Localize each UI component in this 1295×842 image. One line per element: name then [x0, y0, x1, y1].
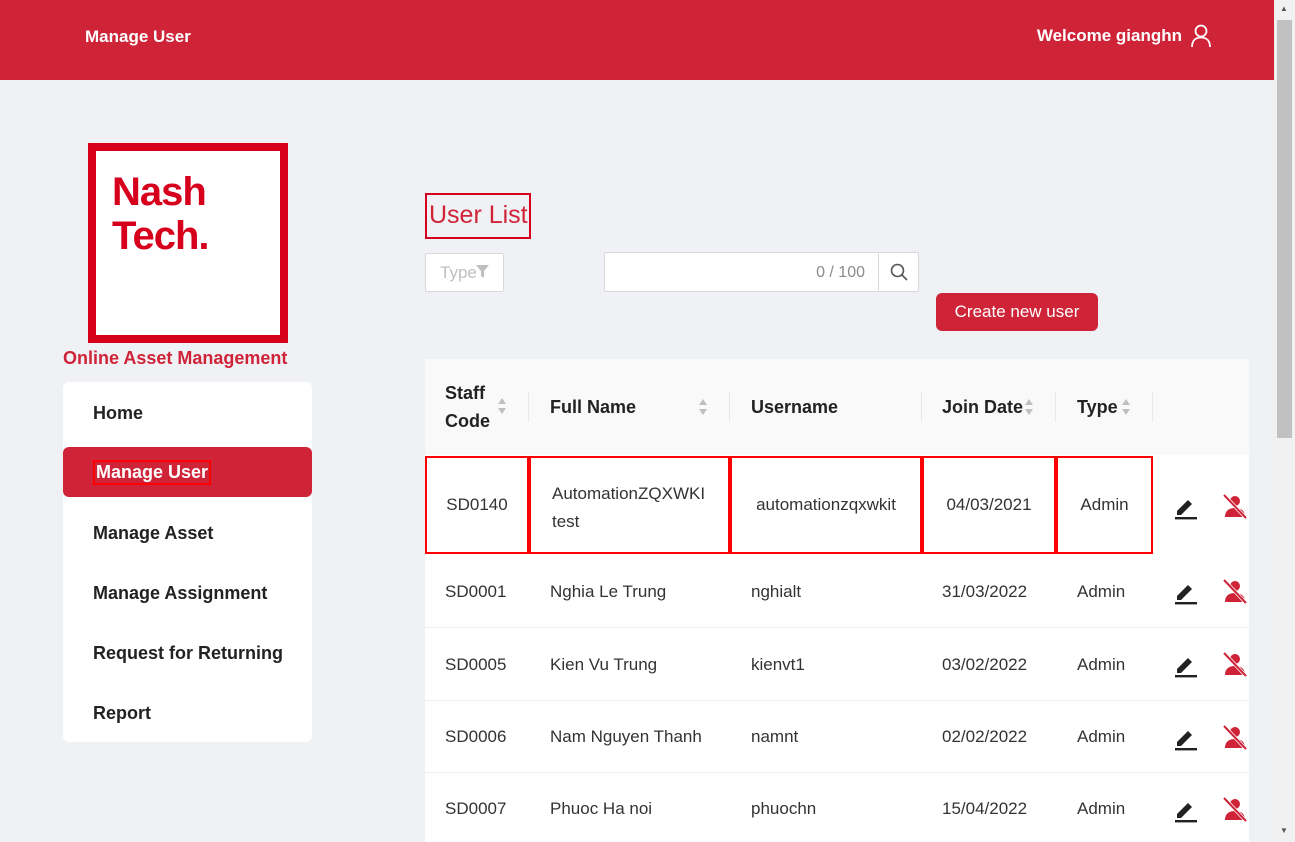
column-divider [729, 392, 730, 422]
cell-full-name: Nghia Le Trung [550, 581, 667, 601]
table-row[interactable]: SD0140 AutomationZQXWKI test automationz… [425, 455, 1249, 555]
column-divider [1055, 392, 1056, 422]
column-header-label: Type [1077, 396, 1118, 417]
search-input[interactable]: 0 / 100 [604, 252, 919, 292]
type-filter-dropdown[interactable]: Type [425, 253, 504, 292]
edit-icon[interactable] [1171, 795, 1199, 823]
scroll-down-icon[interactable]: ▼ [1280, 826, 1288, 835]
cell-username: phuochn [751, 799, 817, 818]
cell-type: Admin [1077, 727, 1126, 746]
disable-user-icon[interactable] [1221, 795, 1249, 823]
cell-join-date: 04/03/2021 [922, 456, 1056, 554]
cell-type: Admin [1077, 799, 1126, 818]
cell-type: Admin [1056, 456, 1153, 554]
column-header-label: Full Name [550, 396, 637, 417]
sort-icon[interactable] [1121, 398, 1131, 416]
sidebar-item-label: Request for Returning [93, 642, 284, 663]
user-icon[interactable] [1190, 24, 1212, 48]
cell-full-name-line-2: test [552, 512, 580, 531]
cell-join-date: 15/04/2022 [942, 799, 1028, 818]
cell-join-date: 31/03/2022 [942, 581, 1028, 601]
edit-icon[interactable] [1171, 577, 1199, 605]
type-filter-placeholder: Type [440, 263, 477, 282]
sidebar-nav: Home Manage User Manage Asset Manage Ass… [63, 382, 312, 742]
cell-username: nghialt [751, 581, 802, 601]
column-header-staff-code-line-2: Code [445, 411, 490, 431]
cell-staff-code: SD0007 [445, 799, 507, 818]
sidebar-item-label: Manage Asset [93, 522, 214, 543]
sidebar-item-label: Manage Assignment [93, 582, 268, 603]
edit-icon[interactable] [1171, 492, 1199, 520]
column-divider [1152, 392, 1153, 422]
disable-user-icon[interactable] [1221, 650, 1249, 678]
table-row[interactable]: SD0001 Nghia Le Trung nghialt 31/03/2022… [425, 555, 1249, 628]
column-header-join-date[interactable]: Join Date [942, 359, 1057, 455]
sidebar-item-label: Home [93, 402, 144, 423]
sort-icon[interactable] [1024, 398, 1034, 416]
sidebar-item-manage-asset[interactable]: Manage Asset [63, 508, 312, 558]
column-header-staff-code[interactable]: Staff Code [445, 359, 525, 455]
disable-user-icon[interactable] [1221, 492, 1249, 520]
header-title: Manage User [85, 27, 191, 46]
user-menu[interactable]: Welcome gianghn [1037, 24, 1212, 48]
scroll-up-icon[interactable]: ▲ [1280, 4, 1288, 13]
sidebar-item-manage-user[interactable]: Manage User [63, 447, 312, 497]
disable-user-icon[interactable] [1221, 577, 1249, 605]
logo-line-2: Tech. [112, 214, 210, 258]
column-header-username: Username [751, 359, 921, 455]
cell-join-date: 03/02/2022 [942, 654, 1028, 674]
column-divider [921, 392, 922, 422]
column-header-full-name[interactable]: Full Name [550, 359, 730, 455]
cell-full-name: Nam Nguyen Thanh [550, 727, 702, 746]
sidebar-item-label: Manage User [93, 459, 212, 485]
search-char-counter: 0 / 100 [816, 264, 865, 281]
cell-type: Admin [1077, 581, 1126, 601]
cell-staff-code: SD0001 [445, 581, 507, 601]
cell-username: namnt [751, 727, 799, 746]
column-header-label: Username [751, 396, 839, 417]
sidebar-item-label: Report [93, 702, 151, 723]
edit-icon[interactable] [1171, 723, 1199, 751]
logo-line-1: Nash [112, 170, 207, 214]
edit-icon[interactable] [1171, 650, 1199, 678]
page-title: User List [425, 193, 531, 239]
sidebar-item-home[interactable]: Home [63, 388, 312, 438]
column-header-label: Join Date [942, 396, 1024, 417]
cell-username: kienvt1 [751, 654, 805, 674]
welcome-text: Welcome gianghn [1036, 26, 1182, 45]
cell-full-name-line-1: AutomationZQXWKI [552, 484, 706, 503]
cell-type: Admin [1077, 654, 1126, 674]
table-row[interactable]: SD0005 Kien Vu Trung kienvt1 03/02/2022 … [425, 628, 1249, 701]
cell-username: automationzqxwkit [730, 456, 922, 554]
cell-staff-code: SD0005 [445, 654, 507, 674]
nashtech-logo: Nash Tech. [88, 143, 288, 343]
column-header-type[interactable]: Type [1077, 359, 1157, 455]
disable-user-icon[interactable] [1221, 723, 1249, 751]
sort-icon[interactable] [497, 397, 507, 415]
top-bar: Manage User Welcome gianghn [0, 0, 1274, 80]
search-icon [890, 263, 908, 281]
sidebar-item-request-for-returning[interactable]: Request for Returning [63, 628, 312, 678]
sort-icon[interactable] [698, 398, 708, 416]
cell-join-date: 02/02/2022 [942, 727, 1028, 746]
app-name: Online Asset Management [63, 348, 288, 368]
sidebar-item-report[interactable]: Report [63, 688, 312, 738]
user-table: Staff Code Full Name Username Join Date … [425, 359, 1249, 842]
page-scrollbar[interactable]: ▲ ▼ [1274, 0, 1295, 842]
scrollbar-thumb[interactable] [1277, 20, 1292, 438]
sidebar-item-manage-assignment[interactable]: Manage Assignment [63, 568, 312, 618]
cell-staff-code: SD0140 [425, 456, 529, 554]
column-divider [528, 392, 529, 422]
column-header-staff-code-line-1: Staff [445, 383, 485, 403]
search-button[interactable] [878, 253, 918, 291]
table-row[interactable]: SD0006 Nam Nguyen Thanh namnt 02/02/2022… [425, 701, 1249, 773]
cell-full-name: Kien Vu Trung [550, 654, 658, 674]
cell-full-name: AutomationZQXWKI test [529, 456, 730, 554]
create-new-user-button[interactable]: Create new user [936, 293, 1098, 331]
cell-full-name: Phuoc Ha noi [550, 799, 653, 818]
cell-staff-code: SD0006 [445, 727, 507, 746]
table-header: Staff Code Full Name Username Join Date … [425, 359, 1249, 455]
filter-icon [476, 265, 489, 278]
table-row[interactable]: SD0007 Phuoc Ha noi phuochn 15/04/2022 A… [425, 773, 1249, 842]
